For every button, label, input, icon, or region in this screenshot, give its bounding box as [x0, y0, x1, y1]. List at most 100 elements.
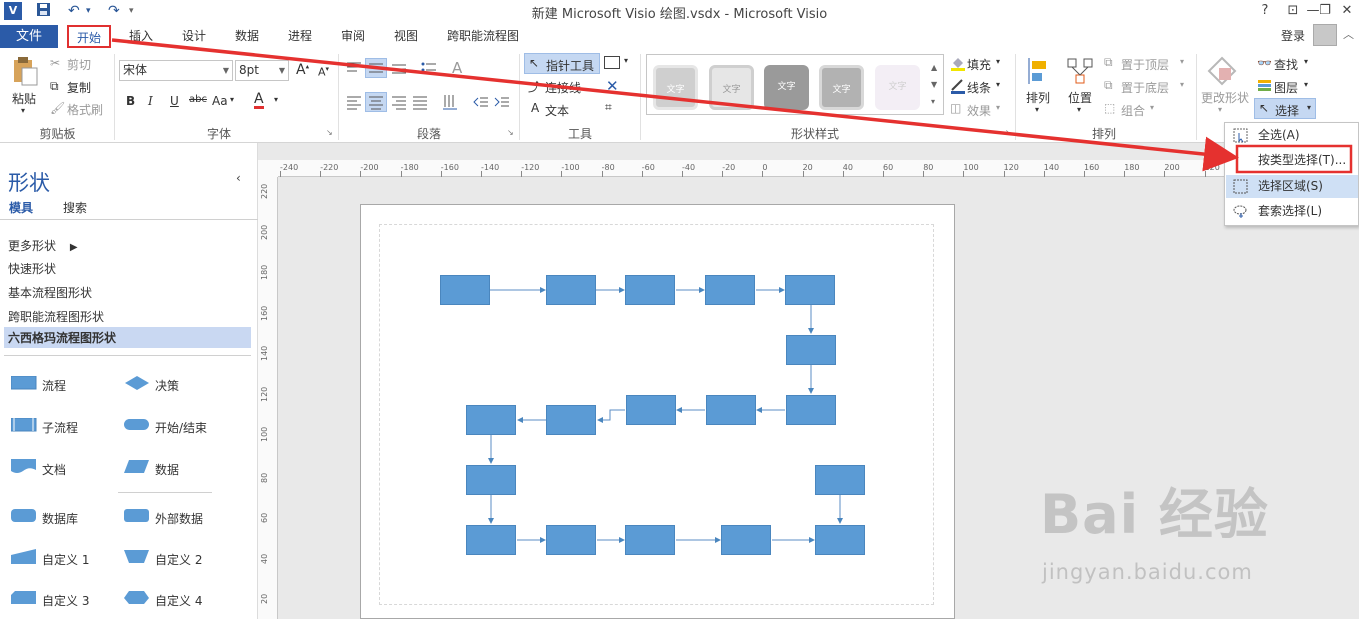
format-painter-button[interactable]: 格式刷	[67, 101, 103, 118]
bring-front-dropdown-icon[interactable]: ▾	[1180, 57, 1184, 66]
stencil-six-sigma[interactable]: 六西格玛流程图形状	[4, 327, 251, 348]
tab-process[interactable]: 进程	[280, 25, 320, 48]
shape-process[interactable]: 流程	[42, 377, 66, 394]
paste-button[interactable]: 粘贴	[12, 90, 36, 107]
restore-button[interactable]: ❐	[1313, 0, 1337, 22]
menu-item-area-select[interactable]: 选择区域(S)	[1226, 175, 1358, 198]
effect-icon[interactable]: ◫	[950, 101, 961, 115]
redo-icon[interactable]: ↷	[108, 2, 120, 20]
process-shape[interactable]	[466, 525, 516, 555]
shape-custom-1[interactable]: 自定义 1	[42, 551, 89, 568]
shape-subprocess[interactable]: 子流程	[42, 419, 78, 436]
menu-item-select-all[interactable]: 全选(A)	[1226, 124, 1358, 147]
align-middle-icon[interactable]	[365, 58, 387, 78]
stencil-cross-functional[interactable]: 跨职能流程图形状	[8, 308, 104, 325]
connection-point-icon[interactable]: ⌗	[605, 100, 612, 115]
process-shape[interactable]	[625, 275, 675, 305]
connector-icon[interactable]: ⤴	[528, 78, 540, 95]
save-icon[interactable]	[36, 2, 51, 20]
align-right-icon[interactable]	[390, 94, 408, 113]
bold-button[interactable]: B	[126, 94, 135, 108]
align-bottom-icon[interactable]	[390, 60, 408, 79]
find-dropdown-icon[interactable]: ▾	[1304, 57, 1308, 66]
send-back-dropdown-icon[interactable]: ▾	[1180, 80, 1184, 89]
shrink-font-icon[interactable]: A▾	[318, 65, 329, 79]
process-shape[interactable]	[546, 525, 596, 555]
tab-insert[interactable]: 插入	[121, 25, 161, 48]
stencil-basic-flowchart[interactable]: 基本流程图形状	[8, 284, 92, 301]
dialog-launcher-icon[interactable]: ↘	[1005, 128, 1012, 137]
fill-icon[interactable]	[950, 55, 966, 74]
chevron-up-icon[interactable]: ︿	[1343, 26, 1354, 42]
line-icon[interactable]	[950, 78, 966, 97]
change-shape-button[interactable]: 更改形状	[1201, 89, 1249, 106]
process-shape[interactable]	[721, 525, 771, 555]
connector-button[interactable]: 连接线	[545, 79, 581, 96]
style-tile-1[interactable]: 文字	[653, 65, 698, 110]
align-top-icon[interactable]	[345, 60, 363, 79]
undo-icon[interactable]: ↶	[68, 2, 80, 20]
menu-item-select-by-type[interactable]: 按类型选择(T)...	[1226, 149, 1358, 172]
tab-cross-functional[interactable]: 跨职能流程图	[440, 25, 526, 48]
tab-search[interactable]: 搜索	[63, 199, 87, 216]
fill-dropdown-icon[interactable]: ▾	[996, 57, 1000, 66]
process-shape[interactable]	[626, 395, 676, 425]
format-painter-icon[interactable]: 🖌	[50, 101, 65, 115]
tab-data[interactable]: 数据	[227, 25, 267, 48]
close-button[interactable]: ✕	[1335, 0, 1359, 22]
text-tool-button[interactable]: 文本	[545, 102, 569, 119]
text-tool-icon[interactable]: A	[531, 101, 539, 115]
undo-dropdown-icon[interactable]: ▾	[86, 2, 91, 20]
effect-button[interactable]: 效果	[967, 102, 991, 119]
tab-home[interactable]: 开始	[67, 25, 111, 48]
process-shape[interactable]	[815, 465, 865, 495]
process-shape[interactable]	[440, 275, 490, 305]
shape-custom-2[interactable]: 自定义 2	[155, 551, 202, 568]
cut-icon[interactable]: ✂	[50, 56, 60, 70]
cut-button[interactable]: 剪切	[67, 56, 91, 73]
tab-review[interactable]: 审阅	[333, 25, 373, 48]
find-button[interactable]: 查找	[1274, 56, 1298, 73]
copy-icon[interactable]: ⧉	[50, 79, 59, 94]
italic-button[interactable]: I	[148, 94, 153, 108]
process-shape[interactable]	[785, 275, 835, 305]
strikethrough-button[interactable]: abc	[189, 94, 207, 105]
justify-icon[interactable]	[411, 94, 429, 113]
style-tile-4[interactable]: 文字	[819, 65, 864, 110]
underline-button[interactable]: U	[170, 94, 179, 108]
line-button[interactable]: 线条	[967, 79, 991, 96]
select-button[interactable]: ↖ 选择 ▾	[1254, 98, 1316, 119]
position-icon[interactable]	[1066, 56, 1094, 89]
fill-button[interactable]: 填充	[967, 56, 991, 73]
dialog-launcher-icon[interactable]: ↘	[326, 128, 333, 137]
shape-decision[interactable]: 决策	[155, 377, 179, 394]
font-color-button[interactable]: A	[254, 92, 264, 109]
vertical-ruler[interactable]: 220 200 180 160 140 120 100 80 60 40 20	[258, 177, 278, 619]
position-dropdown-icon[interactable]: ▾	[1077, 105, 1081, 114]
customize-qat-icon[interactable]: ▾	[129, 2, 134, 20]
send-back-button[interactable]: 置于底层	[1121, 79, 1169, 96]
shape-dropdown-icon[interactable]: ▾	[624, 56, 628, 65]
change-case-dropdown-icon[interactable]: ▾	[230, 95, 234, 104]
pointer-tool-button[interactable]: ↖ 指针工具	[524, 53, 600, 74]
font-color-dropdown-icon[interactable]: ▾	[274, 95, 278, 104]
bullets-icon[interactable]	[420, 60, 438, 79]
line-dropdown-icon[interactable]: ▾	[996, 80, 1000, 89]
style-tile-2[interactable]: 文字	[709, 65, 754, 110]
bring-front-button[interactable]: 置于顶层	[1121, 56, 1169, 73]
paste-icon[interactable]	[11, 56, 39, 89]
style-tile-3[interactable]: 文字	[764, 65, 809, 110]
align-left-icon[interactable]	[345, 94, 363, 113]
align-center-icon[interactable]	[365, 92, 387, 112]
tab-file[interactable]: 文件	[0, 25, 58, 48]
style-tile-5[interactable]: 文字	[875, 65, 920, 110]
process-shape[interactable]	[546, 405, 596, 435]
auto-align-icon[interactable]	[1025, 56, 1051, 89]
process-shape[interactable]	[706, 395, 756, 425]
rectangle-icon[interactable]	[604, 56, 620, 69]
chevron-left-icon[interactable]: ‹	[236, 171, 241, 185]
layers-icon[interactable]	[1257, 78, 1272, 96]
process-shape[interactable]	[786, 395, 836, 425]
stencil-quick-shapes[interactable]: 快速形状	[8, 260, 56, 277]
auto-align-dropdown-icon[interactable]: ▾	[1035, 105, 1039, 114]
